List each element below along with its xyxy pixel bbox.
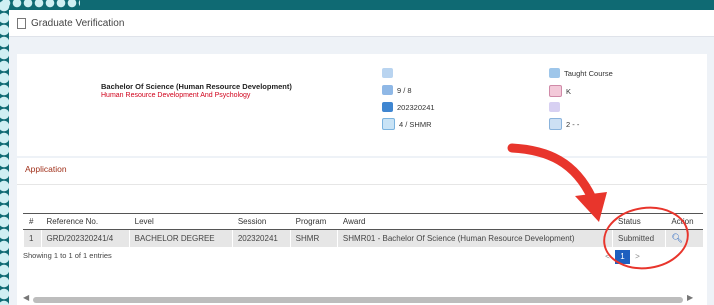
- application-card: Application # Reference No. Level Sessio…: [17, 158, 707, 305]
- column-header[interactable]: Status: [612, 213, 666, 230]
- program-subtitle: Human Resource Development And Psycholog…: [101, 92, 251, 99]
- app-frame: Graduate Verification Bachelor Of Scienc…: [9, 10, 714, 305]
- book-icon: [549, 68, 560, 78]
- program-card: Bachelor Of Science (Human Resource Deve…: [17, 54, 707, 156]
- table-header-row: # Reference No. Level Session Program Aw…: [23, 213, 703, 230]
- horizontal-scrollbar[interactable]: [33, 297, 683, 303]
- column-header[interactable]: Level: [128, 213, 233, 230]
- building-icon: [549, 118, 562, 130]
- action-cell: 🔍︎: [665, 229, 703, 247]
- scroll-left-icon[interactable]: ◀: [23, 293, 29, 302]
- column-header[interactable]: Program: [289, 213, 338, 230]
- calendar-icon: [382, 85, 393, 95]
- level-cell: BACHELOR DEGREE: [128, 229, 233, 247]
- program-title: Bachelor Of Science (Human Resource Deve…: [101, 82, 292, 91]
- badge-icon: [549, 102, 560, 112]
- id-card-icon: [382, 68, 393, 78]
- info-row: [382, 68, 397, 78]
- info-row: 202320241: [382, 102, 435, 112]
- info-row: K: [549, 85, 571, 97]
- prev-page-button[interactable]: <: [600, 250, 615, 264]
- column-header[interactable]: Award: [336, 213, 613, 230]
- user-icon: [549, 85, 562, 97]
- reference-cell: GRD/202320241/4: [40, 229, 130, 247]
- pagination: < 1 >: [600, 250, 645, 264]
- page-title: Graduate Verification: [31, 17, 125, 29]
- column-header[interactable]: Session: [231, 213, 291, 230]
- title-bar: Graduate Verification: [9, 10, 714, 37]
- column-header[interactable]: Reference No.: [40, 213, 130, 230]
- info-row: 9 / 8: [382, 85, 412, 95]
- program-cell: SHMR: [289, 229, 338, 247]
- document-icon: [17, 17, 26, 29]
- column-header[interactable]: #: [23, 213, 42, 230]
- award-cell: SHMR01 - Bachelor Of Science (Human Reso…: [336, 229, 613, 247]
- status-cell: Submitted: [612, 229, 666, 247]
- next-page-button[interactable]: >: [630, 250, 645, 264]
- scroll-right-icon[interactable]: ▶: [687, 293, 693, 302]
- program-icon: [382, 118, 395, 130]
- divider: [17, 184, 707, 185]
- session-icon: [382, 102, 393, 112]
- table-row: 1 GRD/202320241/4 BACHELOR DEGREE 202320…: [23, 229, 703, 247]
- info-row: 2 - -: [549, 118, 579, 130]
- info-row: Taught Course: [549, 68, 613, 78]
- info-row: [549, 102, 564, 112]
- search-icon[interactable]: 🔍︎: [671, 233, 682, 243]
- application-table: # Reference No. Level Session Program Aw…: [23, 213, 703, 247]
- session-cell: 202320241: [231, 229, 291, 247]
- entries-info: Showing 1 to 1 of 1 entries: [23, 251, 112, 260]
- page-1-button[interactable]: 1: [615, 250, 630, 264]
- info-row: 4 / SHMR: [382, 118, 432, 130]
- row-number: 1: [23, 229, 42, 247]
- application-title: Application: [25, 164, 67, 174]
- column-header[interactable]: Action: [665, 213, 703, 230]
